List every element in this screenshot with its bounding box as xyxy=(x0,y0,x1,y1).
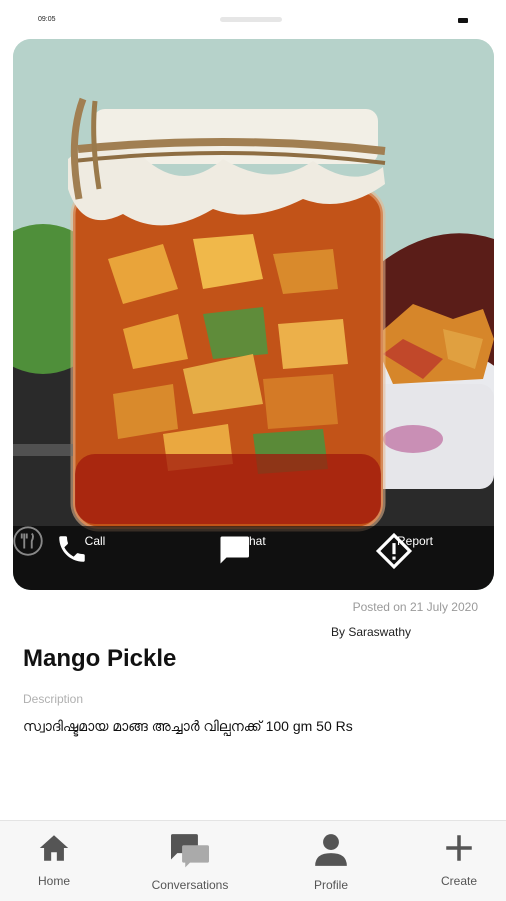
chat-bubble-icon xyxy=(220,536,249,564)
description-label: Description xyxy=(23,692,84,706)
report-button[interactable]: Report xyxy=(375,532,455,570)
battery-icon xyxy=(458,18,468,23)
warning-diamond-icon xyxy=(375,532,413,570)
nav-home[interactable]: Home xyxy=(0,831,109,888)
call-button[interactable]: Call xyxy=(55,532,135,562)
post-image: Call Chat Report xyxy=(13,39,494,590)
status-time: 09:05 xyxy=(38,16,56,23)
posted-date: Posted on 21 July 2020 xyxy=(352,600,478,614)
post-author: By Saraswathy xyxy=(331,625,412,639)
phone-icon xyxy=(59,536,85,562)
nav-profile[interactable]: Profile xyxy=(276,831,386,892)
chat-bubbles-icon xyxy=(171,834,209,868)
nav-conversations-label: Conversations xyxy=(151,878,229,892)
post-action-bar: Call Chat Report xyxy=(13,526,494,590)
nav-profile-label: Profile xyxy=(313,878,348,892)
bottom-navigation: Home Conversations Profile Create xyxy=(0,820,506,901)
mango-pickle-jar-photo xyxy=(13,39,494,590)
nav-home-label: Home xyxy=(37,874,70,888)
person-icon xyxy=(315,834,347,866)
post-title: Mango Pickle xyxy=(23,645,177,672)
description-text: സ്വാദിഷ്ടമായ മാങ്ങ അച്ചാർ വില്പനക്ക് 100… xyxy=(23,718,353,734)
restaurant-icon xyxy=(13,526,43,556)
status-bar: 09:05 xyxy=(0,0,506,36)
plus-icon xyxy=(446,835,472,861)
nav-conversations[interactable]: Conversations xyxy=(135,831,245,892)
chat-button[interactable]: Chat xyxy=(213,532,293,564)
nav-create-label: Create xyxy=(440,874,478,888)
nav-create[interactable]: Create xyxy=(404,831,506,888)
status-notch xyxy=(220,17,282,22)
home-icon xyxy=(39,835,69,861)
